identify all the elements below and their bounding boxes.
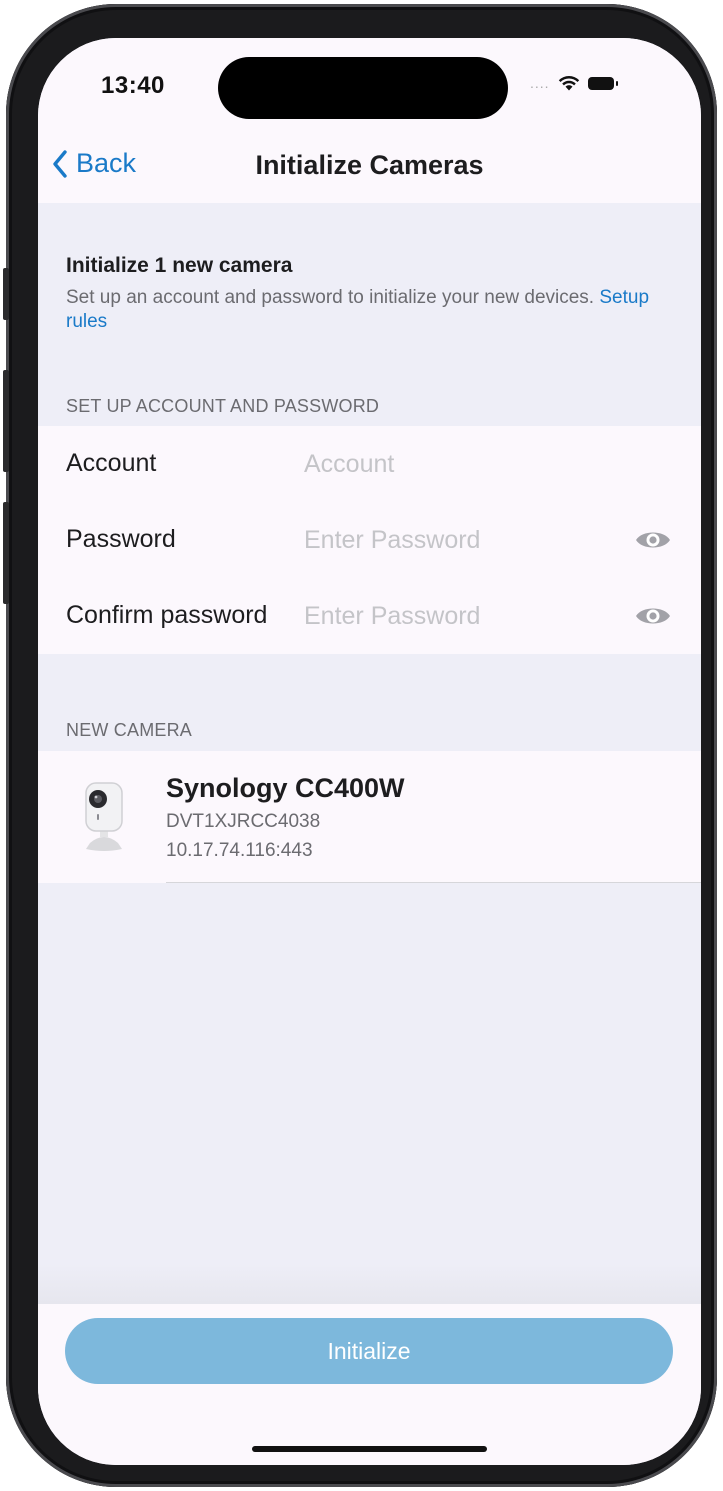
initialize-button[interactable]: Initialize bbox=[65, 1318, 673, 1384]
confirm-password-row: Confirm password bbox=[38, 578, 701, 654]
page-title: Initialize Cameras bbox=[255, 150, 484, 180]
intro-section: Initialize 1 new camera Set up an accoun… bbox=[66, 254, 676, 334]
camera-icon bbox=[85, 782, 123, 851]
camera-serial: DVT1XJRCC4038 bbox=[166, 811, 321, 832]
bottom-shadow bbox=[38, 1264, 701, 1304]
dynamic-island bbox=[218, 57, 508, 119]
camera-list: Synology CC400W DVT1XJRCC4038 10.17.74.1… bbox=[38, 751, 701, 883]
divider bbox=[166, 882, 701, 883]
action-button bbox=[3, 268, 9, 320]
volume-down-button bbox=[3, 502, 9, 604]
account-section-header: SET UP ACCOUNT AND PASSWORD bbox=[66, 396, 380, 416]
intro-description: Set up an account and password to initia… bbox=[66, 286, 676, 334]
eye-icon[interactable] bbox=[634, 604, 672, 628]
account-row: Account bbox=[38, 426, 701, 502]
status-time: 13:40 bbox=[101, 72, 165, 99]
confirm-password-input[interactable] bbox=[304, 596, 604, 636]
account-input[interactable] bbox=[304, 444, 604, 484]
battery-icon bbox=[587, 76, 618, 90]
camera-name: Synology CC400W bbox=[166, 773, 405, 803]
camera-section-header: NEW CAMERA bbox=[66, 720, 193, 740]
intro-heading: Initialize 1 new camera bbox=[66, 254, 293, 277]
list-item[interactable]: Synology CC400W DVT1XJRCC4038 10.17.74.1… bbox=[38, 751, 701, 883]
eye-icon[interactable] bbox=[634, 528, 672, 552]
password-row: Password bbox=[38, 502, 701, 578]
account-label: Account bbox=[66, 449, 157, 477]
camera-address: 10.17.74.116:443 bbox=[166, 840, 313, 861]
home-indicator bbox=[252, 1446, 487, 1452]
volume-up-button bbox=[3, 370, 9, 472]
screen: 13:40 .... Back Initialize Cameras Initi… bbox=[38, 38, 701, 1465]
intro-description-text: Set up an account and password to initia… bbox=[66, 287, 595, 308]
bottom-bar: Initialize bbox=[38, 1304, 701, 1465]
wifi-icon bbox=[558, 76, 579, 91]
status-icons: .... bbox=[530, 75, 618, 91]
header-area: 13:40 .... Back Initialize Cameras bbox=[38, 38, 701, 203]
password-input[interactable] bbox=[304, 520, 604, 560]
account-form: Account Password Confirm password bbox=[38, 426, 701, 654]
password-label: Password bbox=[66, 525, 176, 553]
confirm-password-label: Confirm password bbox=[66, 601, 268, 629]
cellular-signal-icon: .... bbox=[530, 75, 550, 91]
